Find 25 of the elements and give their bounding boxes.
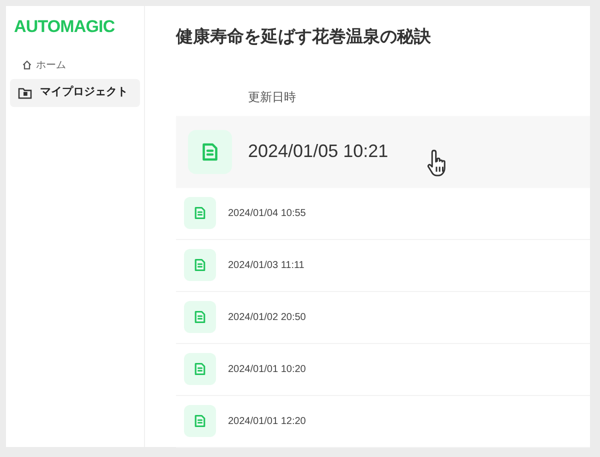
table-row[interactable]: 2024/01/02 20:50 <box>176 292 590 344</box>
updated-date: 2024/01/01 12:20 <box>228 414 306 428</box>
document-icon <box>193 362 207 376</box>
breadcrumb-link[interactable]: ホーム <box>36 58 66 72</box>
page-title: 健康寿命を延ばす花巻温泉の秘訣 <box>176 26 432 48</box>
column-header: 更新日時 <box>248 88 296 106</box>
table-row[interactable]: 2024/01/05 10:21 <box>176 116 590 188</box>
document-icon <box>193 206 207 220</box>
table-row[interactable]: 2024/01/04 10:55 <box>176 188 590 240</box>
updated-date: 2024/01/03 11:11 <box>228 258 304 272</box>
updated-date: 2024/01/01 10:20 <box>228 362 306 376</box>
document-icon <box>200 142 220 162</box>
folder-icon <box>18 86 32 98</box>
sidebar-item[interactable]: マイプロジェクト <box>10 78 140 106</box>
table-row[interactable]: 2024/01/01 10:20 <box>176 344 590 396</box>
updated-date: 2024/01/02 20:50 <box>228 310 306 324</box>
table-row[interactable]: 2024/01/03 11:11 <box>176 240 590 292</box>
document-icon <box>193 258 207 272</box>
table-row[interactable]: 2024/01/01 12:20 <box>176 396 590 448</box>
updated-date: 2024/01/05 10:21 <box>248 140 388 163</box>
updated-date: 2024/01/04 10:55 <box>228 206 306 220</box>
document-icon <box>193 414 207 428</box>
document-icon <box>193 310 207 324</box>
logo: AUTOMAGIC <box>14 16 116 38</box>
home-icon <box>22 60 32 70</box>
